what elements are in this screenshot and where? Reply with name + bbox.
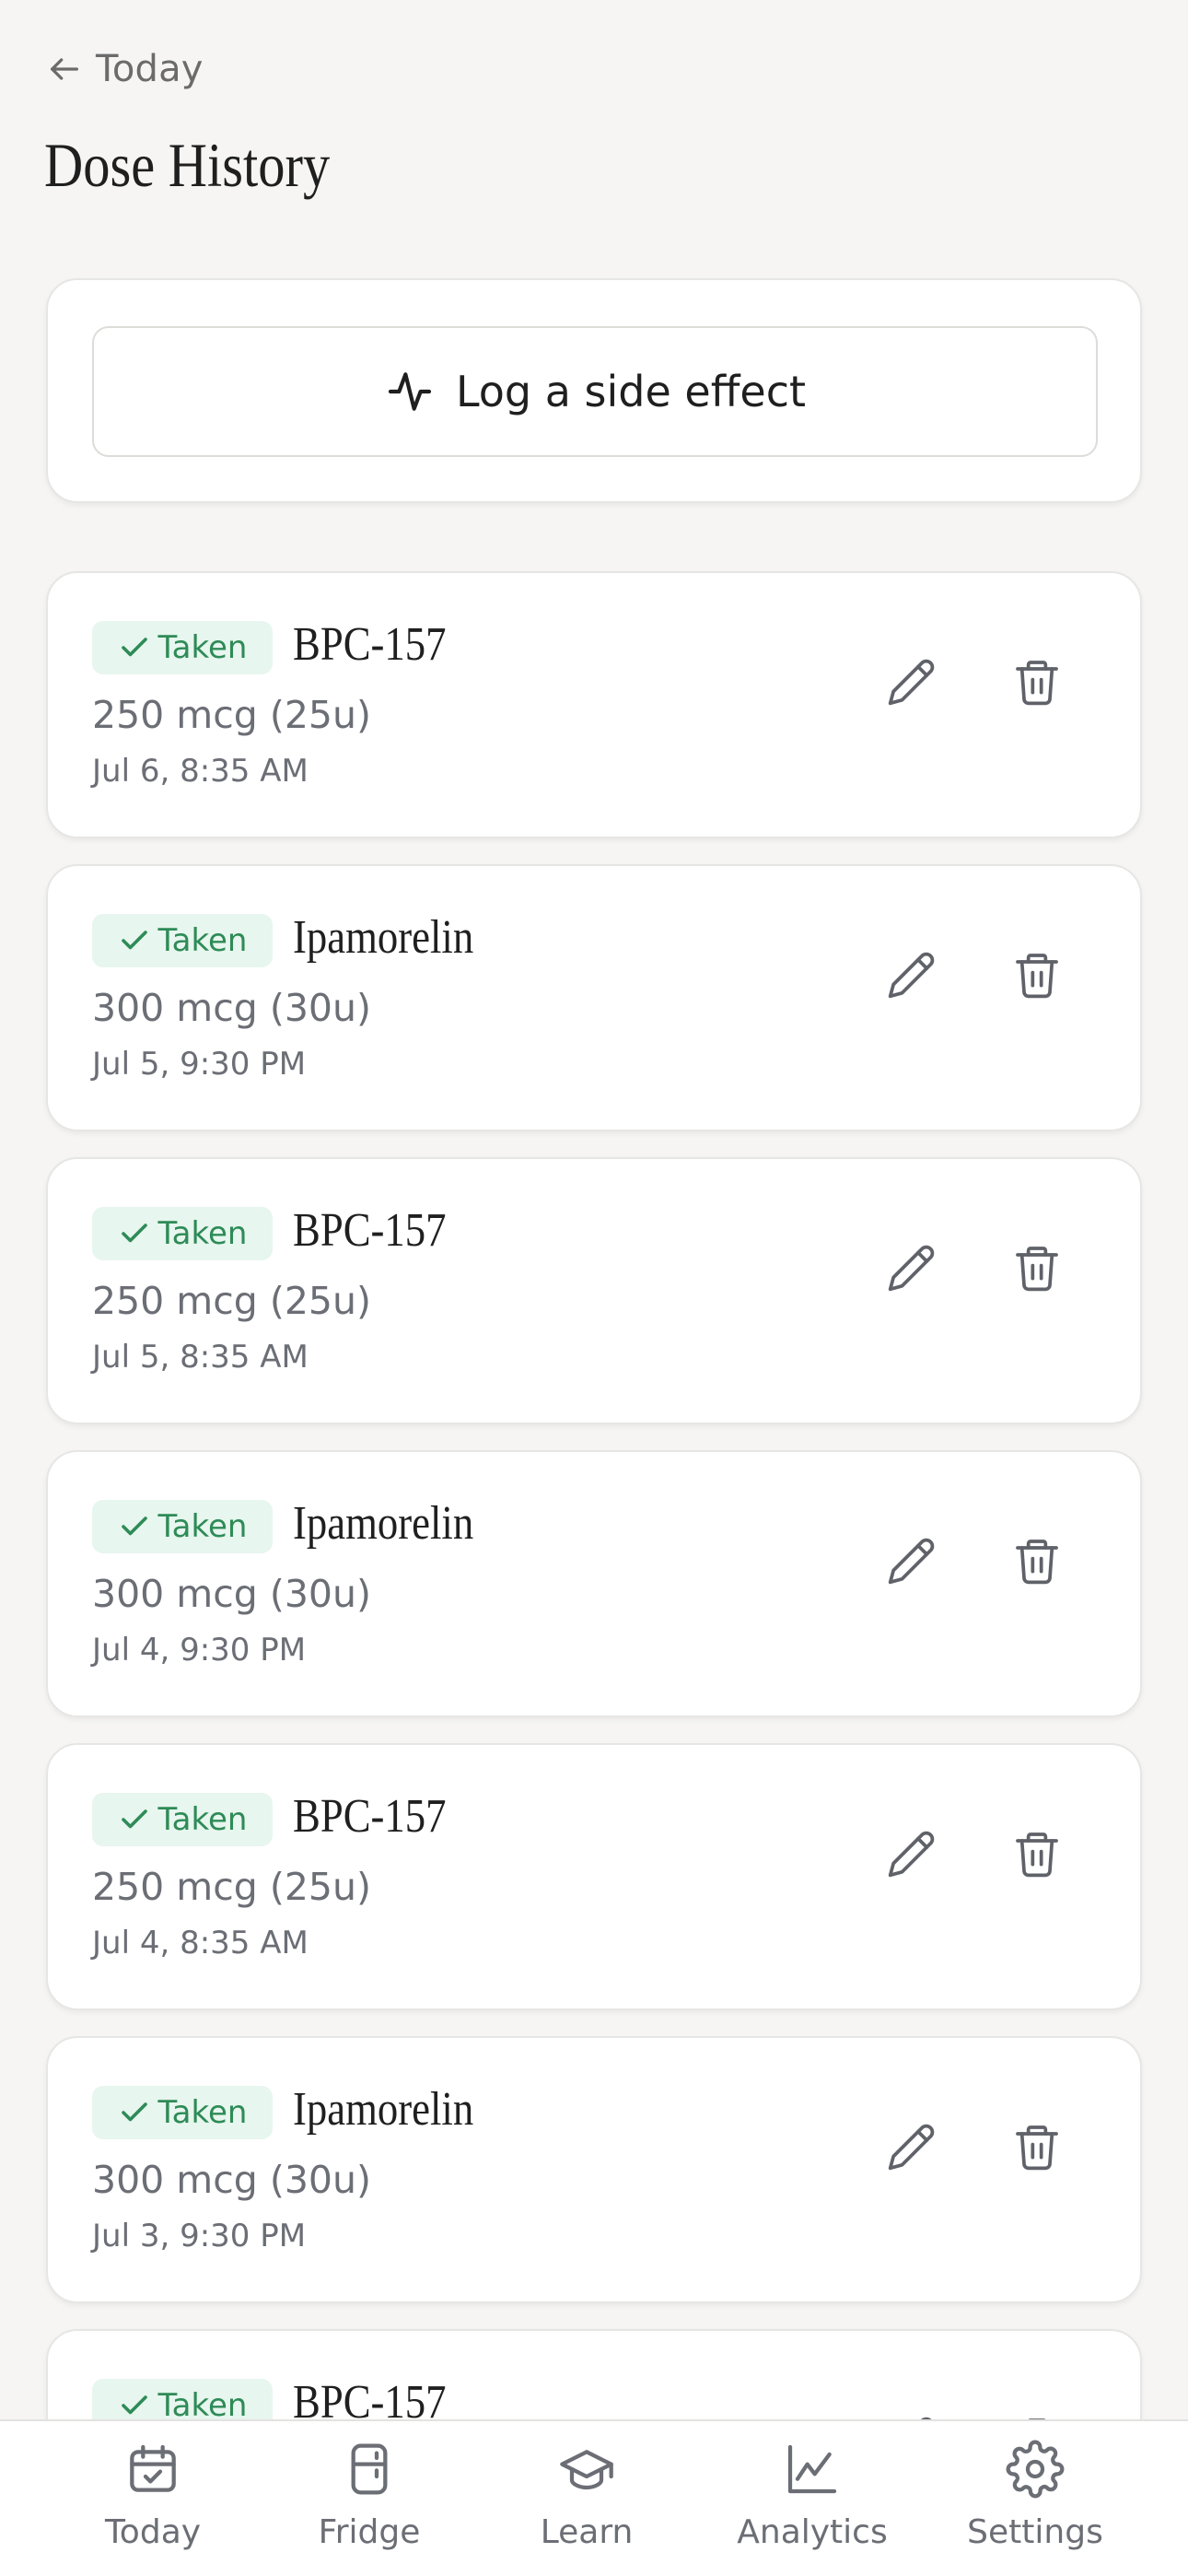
dose-timestamp: Jul 4, 8:35 AM — [92, 1925, 309, 1961]
dose-history-screen: Today Dose History Log a side effect Tak… — [0, 0, 1188, 2576]
bottom-tab-bar: Today Fridge Learn Analytics Settings — [0, 2419, 1188, 2576]
check-icon — [121, 638, 147, 657]
edit-button[interactable] — [875, 1231, 949, 1305]
dose-card: Taken Ipamorelin 300 mcg (30u) Jul 5, 9:30 … — [46, 864, 1142, 1131]
tab-settings-label: Settings — [967, 2513, 1103, 2551]
dose-card: Taken Ipamorelin 300 mcg (30u) Jul 4, 9:30 … — [46, 1450, 1142, 1717]
page-title: Dose History — [44, 130, 331, 200]
trash-icon — [1016, 1247, 1058, 1292]
edit-button[interactable] — [875, 645, 949, 719]
dose-amount: 300 mcg (30u) — [92, 986, 371, 1030]
trash-icon — [1016, 2125, 1058, 2171]
dose-amount: 250 mcg (25u) — [92, 693, 371, 737]
taken-badge: Taken — [92, 2086, 273, 2139]
pencil-icon — [888, 1245, 935, 1292]
tab-today[interactable]: Today — [61, 2440, 245, 2551]
status-label: Taken — [157, 629, 248, 666]
activity-icon — [388, 372, 432, 411]
status-label: Taken — [157, 2094, 248, 2131]
status-label: Taken — [157, 1801, 248, 1838]
taken-badge: Taken — [92, 1500, 273, 1553]
taken-badge: Taken — [92, 1207, 273, 1260]
trash-icon — [1016, 954, 1058, 999]
tab-fridge[interactable]: Fridge — [277, 2440, 461, 2551]
status-label: Taken — [157, 1215, 248, 1252]
dose-timestamp: Jul 3, 9:30 PM — [92, 2218, 307, 2254]
status-label: Taken — [157, 922, 248, 959]
calendar-check-icon — [130, 2444, 176, 2492]
delete-button[interactable] — [1000, 938, 1074, 1012]
tab-today-label: Today — [104, 2513, 202, 2551]
tab-fridge-label: Fridge — [318, 2513, 421, 2551]
line-chart-icon — [787, 2444, 837, 2494]
peptide-name: Ipamorelin — [293, 911, 474, 964]
tab-analytics[interactable]: Analytics — [720, 2440, 904, 2551]
edit-button[interactable] — [875, 1524, 949, 1598]
taken-badge: Taken — [92, 914, 273, 967]
delete-button[interactable] — [1000, 1231, 1074, 1305]
dose-card: Taken Ipamorelin 300 mcg (30u) Jul 3, 9:30 … — [46, 2036, 1142, 2303]
delete-button[interactable] — [1000, 1817, 1074, 1891]
check-icon — [121, 1809, 147, 1829]
taken-badge: Taken — [92, 621, 273, 674]
dose-card: Taken BPC-157 250 mcg (25u) Jul 5, 8:35 AM — [46, 1157, 1142, 1424]
status-label: Taken — [157, 2387, 248, 2424]
tab-analytics-label: Analytics — [737, 2513, 888, 2551]
delete-button[interactable] — [1000, 2110, 1074, 2184]
dose-timestamp: Jul 4, 9:30 PM — [92, 1632, 307, 1669]
tab-learn-label: Learn — [540, 2513, 634, 2551]
peptide-name: BPC-157 — [293, 618, 447, 671]
log-side-effect-label: Log a side effect — [455, 367, 807, 416]
pencil-icon — [888, 1831, 935, 1878]
dose-amount: 250 mcg (25u) — [92, 1279, 371, 1323]
back-button[interactable]: Today — [46, 48, 204, 90]
pencil-icon — [888, 2124, 935, 2171]
check-icon — [121, 1224, 147, 1243]
pencil-icon — [888, 659, 935, 706]
edit-button[interactable] — [875, 1817, 949, 1891]
pencil-icon — [888, 952, 935, 999]
trash-icon — [1016, 1540, 1058, 1585]
check-icon — [121, 2102, 147, 2122]
pencil-icon — [888, 1538, 935, 1585]
peptide-name: Ipamorelin — [293, 2083, 474, 2136]
trash-icon — [1016, 661, 1058, 706]
back-label: Today — [96, 48, 204, 90]
arrow-left-icon — [51, 58, 79, 80]
edit-button[interactable] — [875, 938, 949, 1012]
log-side-effect-button[interactable]: Log a side effect — [92, 326, 1098, 457]
peptide-name: Ipamorelin — [293, 1497, 474, 1550]
graduation-cap-icon — [560, 2450, 613, 2490]
status-label: Taken — [157, 1508, 248, 1545]
check-icon — [121, 1516, 147, 1536]
dose-card: Taken BPC-157 250 mcg (25u) Jul 4, 8:35 AM — [46, 1743, 1142, 2010]
side-effect-card: Log a side effect — [46, 278, 1142, 503]
peptide-name: BPC-157 — [293, 1790, 447, 1843]
dose-card: Taken BPC-157 250 mcg (25u) Jul 6, 8:35 AM — [46, 571, 1142, 838]
dose-amount: 250 mcg (25u) — [92, 1865, 371, 1909]
fridge-icon — [351, 2443, 388, 2495]
check-icon — [121, 2395, 147, 2415]
tab-settings[interactable]: Settings — [943, 2440, 1127, 2551]
taken-badge: Taken — [92, 1793, 273, 1846]
check-icon — [121, 931, 147, 950]
dose-timestamp: Jul 6, 8:35 AM — [92, 753, 309, 790]
gear-icon — [1006, 2440, 1065, 2499]
dose-timestamp: Jul 5, 9:30 PM — [92, 1046, 307, 1083]
dose-amount: 300 mcg (30u) — [92, 1572, 371, 1616]
dose-timestamp: Jul 5, 8:35 AM — [92, 1339, 309, 1376]
tab-learn[interactable]: Learn — [495, 2440, 679, 2551]
edit-button[interactable] — [875, 2110, 949, 2184]
trash-icon — [1016, 1832, 1058, 1878]
dose-amount: 300 mcg (30u) — [92, 2158, 371, 2202]
delete-button[interactable] — [1000, 645, 1074, 719]
peptide-name: BPC-157 — [293, 1204, 447, 1257]
delete-button[interactable] — [1000, 1524, 1074, 1598]
